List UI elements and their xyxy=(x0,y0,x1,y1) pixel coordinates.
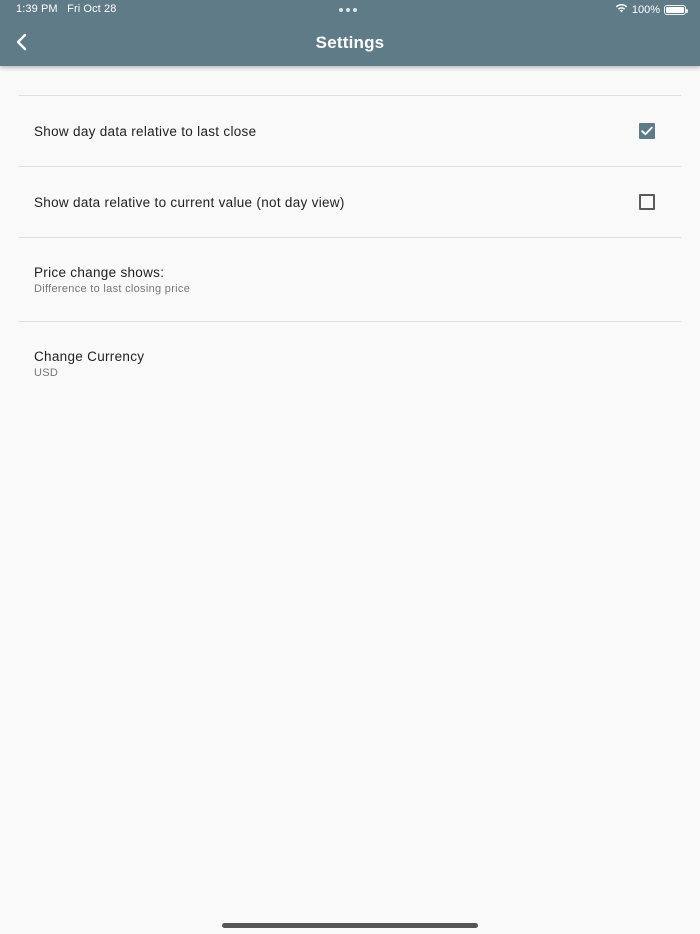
wifi-icon xyxy=(615,3,628,16)
status-bar-time: 1:39 PM Fri Oct 28 xyxy=(16,3,116,15)
setting-label: Show data relative to current value (not… xyxy=(34,195,345,210)
setting-price-change[interactable]: Price change shows: Difference to last c… xyxy=(19,238,681,321)
relative-to-current-value-checkbox[interactable] xyxy=(639,194,655,210)
multitasking-dots-icon[interactable] xyxy=(339,8,357,12)
checkmark-icon xyxy=(641,126,653,136)
settings-list: Show day data relative to last close Sho… xyxy=(19,95,681,405)
battery-percent: 100% xyxy=(631,3,660,16)
battery-fill xyxy=(666,6,684,13)
page-title: Settings xyxy=(315,33,385,52)
setting-relative-to-last-close[interactable]: Show day data relative to last close xyxy=(19,96,681,166)
setting-label: Show day data relative to last close xyxy=(34,124,257,139)
relative-to-last-close-checkbox[interactable] xyxy=(639,123,655,139)
setting-value: USD xyxy=(34,367,59,379)
setting-value: Difference to last closing price xyxy=(34,283,191,295)
status-date: Fri Oct 28 xyxy=(67,3,117,15)
setting-change-currency[interactable]: Change Currency USD xyxy=(19,322,681,405)
home-indicator[interactable] xyxy=(222,923,478,928)
battery-icon xyxy=(664,4,688,15)
setting-label: Change Currency xyxy=(34,349,145,364)
setting-relative-to-current-value[interactable]: Show data relative to current value (not… xyxy=(19,167,681,237)
status-time: 1:39 PM xyxy=(16,3,58,15)
status-bar-right: 100% xyxy=(615,3,688,16)
setting-label: Price change shows: xyxy=(34,265,165,280)
app-bar: 1:39 PM Fri Oct 28 100% Settings xyxy=(0,0,700,66)
